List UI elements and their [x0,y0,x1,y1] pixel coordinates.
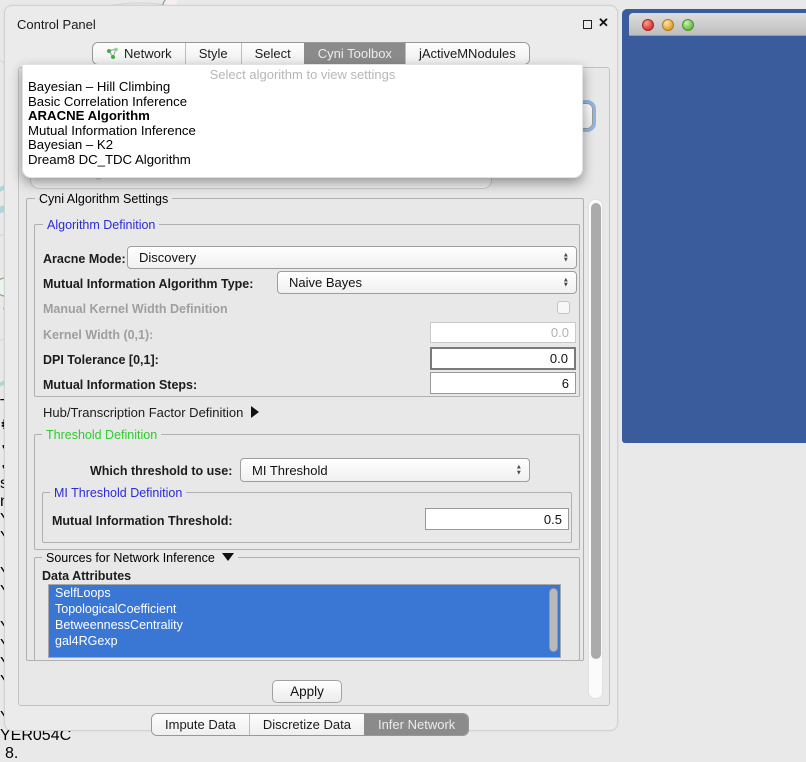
which-threshold-label: Which threshold to use: [90,464,232,478]
kernel-width-value: 0.0 [551,325,569,340]
bottom-tabbar: Impute Data Discretize Data Infer Network [151,713,469,736]
network-view-window[interactable] [622,9,806,443]
control-panel: Control Panel ✕ Network Style Select Cyni T… [4,5,618,731]
algorithm-option[interactable]: Bayesian – K2 [23,138,582,153]
settings-scrollbar-thumb[interactable] [591,203,601,659]
aracne-mode-combo[interactable]: Discovery ▲▼ [127,246,577,269]
network-icon [106,47,119,60]
collapsed-arrow-icon [251,406,259,418]
mi-threshold-label: Mutual Information Threshold: [52,514,233,528]
minimize-traffic-light-icon[interactable] [662,19,674,31]
attribute-item-selected[interactable] [49,649,560,658]
network-window-titlebar[interactable] [629,13,806,36]
data-attributes-list[interactable]: SelfLoopsTopologicalCoefficientBetweenne… [48,584,561,658]
algorithm-popup-placeholder: Select algorithm to view settings [23,65,582,80]
kernel-width-field: 0.0 [430,322,576,343]
attribute-item-selected[interactable]: BetweennessCentrality [49,617,560,633]
float-window-icon[interactable] [583,20,592,29]
tab-style[interactable]: Style [185,43,241,64]
tab-infer-network[interactable]: Infer Network [364,714,468,735]
kernel-width-label: Kernel Width (0,1): [43,328,153,342]
tab-label: jActiveMNodules [419,46,516,61]
algorithm-option[interactable]: Mutual Information Inference [23,124,582,139]
manual-kernel-checkbox[interactable] [557,301,570,314]
dpi-tolerance-label: DPI Tolerance [0,1]: [43,353,159,367]
mi-steps-label: Mutual Information Steps: [43,378,197,392]
manual-kernel-label: Manual Kernel Width Definition [43,302,228,316]
tab-jactivemnodules[interactable]: jActiveMNodules [405,43,529,64]
expanded-arrow-icon [222,553,234,561]
settings-legend: Cyni Algorithm Settings [35,192,172,206]
tab-select[interactable]: Select [241,43,304,64]
attribute-item-selected[interactable]: SelfLoops [49,585,560,601]
algorithm-option[interactable]: Dream8 DC_TDC Algorithm [23,153,582,168]
which-threshold-combo[interactable]: MI Threshold ▲▼ [240,458,530,482]
mi-threshold-value: 0.5 [544,512,562,527]
tab-label: Select [255,46,291,61]
tab-label: Style [199,46,228,61]
algorithm-option[interactable]: Bayesian – Hill Climbing [23,80,582,95]
threshold-legend: Threshold Definition [42,428,161,442]
table-cell: 8. [0,745,44,762]
algorithm-definition-legend: Algorithm Definition [43,218,159,232]
combo-arrows-icon: ▲▼ [516,465,522,476]
which-threshold-value: MI Threshold [252,463,328,478]
attribute-item-selected[interactable]: TopologicalCoefficient [49,601,560,617]
close-icon[interactable]: ✕ [598,15,609,31]
combo-arrows-icon: ▲▼ [563,252,569,263]
tab-discretize-data[interactable]: Discretize Data [249,714,364,735]
aracne-mode-value: Discovery [139,250,196,265]
algorithm-popup-list: Bayesian – Hill ClimbingBasic Correlatio… [23,80,582,168]
tab-label: Discretize Data [263,717,351,732]
screen: Control Panel ✕ Network Style Select Cyni T… [0,0,806,762]
mi-type-label: Mutual Information Algorithm Type: [43,277,253,291]
tab-label: Network [124,46,172,61]
data-attributes-items: SelfLoopsTopologicalCoefficientBetweenne… [49,585,560,658]
tab-label: Infer Network [378,717,455,732]
algorithm-option[interactable]: Basic Correlation Inference [23,95,582,110]
hub-definition-toggle[interactable]: Hub/Transcription Factor Definition [43,405,259,420]
apply-button[interactable]: Apply [272,680,342,703]
mi-type-combo[interactable]: Naive Bayes ▲▼ [277,271,577,294]
control-panel-tabbar: Network Style Select Cyni Toolbox jActiveMNo… [92,42,530,65]
data-attributes-label: Data Attributes [42,569,131,583]
close-traffic-light-icon[interactable] [642,19,654,31]
dpi-tolerance-value: 0.0 [550,351,568,366]
sources-legend[interactable]: Sources for Network Inference [42,551,238,565]
mi-steps-value: 6 [562,376,569,391]
algorithm-option[interactable]: ARACNE Algorithm [23,109,582,124]
algorithm-dropdown-popup: Select algorithm to view settings Bayesi… [22,64,583,178]
list-scrollbar[interactable] [549,588,558,652]
tab-impute-data[interactable]: Impute Data [152,714,249,735]
mi-threshold-legend: MI Threshold Definition [50,486,186,500]
zoom-traffic-light-icon[interactable] [682,19,694,31]
tab-label: Impute Data [165,717,236,732]
tab-cyni-toolbox[interactable]: Cyni Toolbox [304,43,405,64]
tab-network[interactable]: Network [93,43,185,64]
mi-threshold-field[interactable]: 0.5 [425,508,569,530]
combo-arrows-icon: ▲▼ [563,277,569,288]
mi-steps-field[interactable]: 6 [430,372,576,394]
attribute-item-selected[interactable]: gal4RGexp [49,633,560,649]
aracne-mode-label: Aracne Mode: [43,252,126,266]
mi-type-value: Naive Bayes [289,275,362,290]
dpi-tolerance-field[interactable]: 0.0 [430,347,576,370]
tab-label: Cyni Toolbox [318,46,392,61]
settings-scrollbar-track[interactable] [588,199,603,699]
control-panel-title: Control Panel [17,17,96,32]
